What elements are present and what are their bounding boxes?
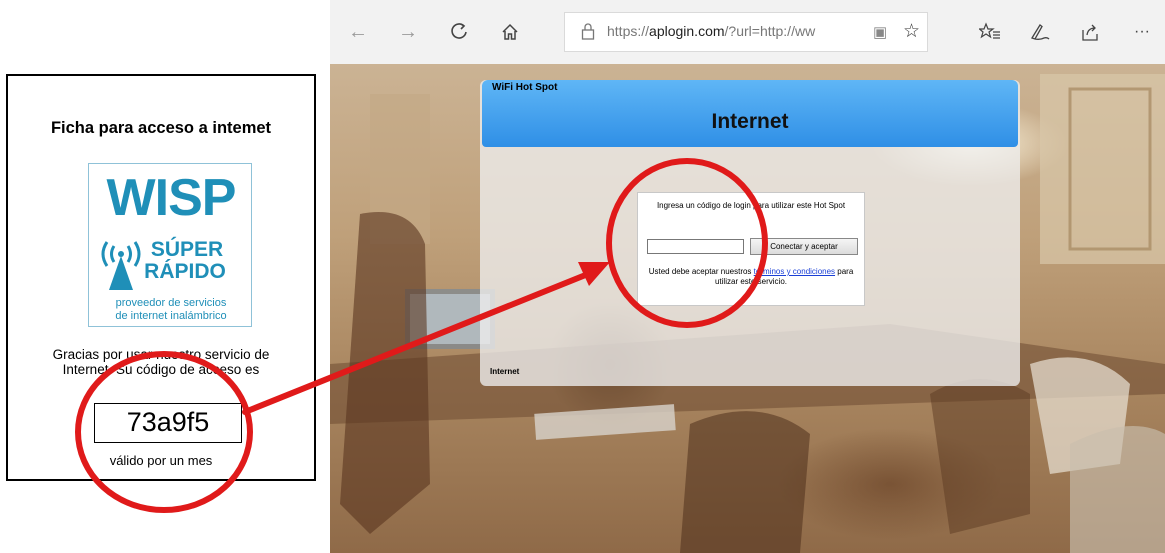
connect-accept-button[interactable]: Conectar y aceptar xyxy=(750,238,858,255)
logo-tagline-2: RÁPIDO xyxy=(144,260,226,283)
login-code-input[interactable] xyxy=(647,239,744,254)
address-bar[interactable]: https://aplogin.com/?url=http://ww ▣ ☆ xyxy=(564,12,928,52)
access-code: 73a9f5 xyxy=(94,403,242,443)
forward-icon[interactable]: → xyxy=(394,18,422,46)
antenna-icon xyxy=(101,241,141,290)
terms-text: Usted debe aceptar nuestros términos y c… xyxy=(648,267,854,286)
thanks-text: Gracias por usar nuestro servicio de Int… xyxy=(18,347,304,377)
access-ticket: Ficha para acceso a intemet WISP SÚPER R… xyxy=(6,74,316,481)
back-icon[interactable]: ← xyxy=(344,18,372,46)
browser-toolbar: ← → https://aplogin.com/?url=http://ww ▣… xyxy=(330,0,1165,64)
thanks-line-1: Gracias por usar nuestro servicio de xyxy=(52,347,270,362)
terms-link[interactable]: términos y condiciones xyxy=(754,267,835,276)
hotspot-header: WiFi Hot Spot Internet xyxy=(482,80,1018,147)
hotspot-title: Internet xyxy=(711,110,789,133)
logo-brand: WISP xyxy=(107,169,236,227)
reading-view-icon[interactable]: ▣ xyxy=(873,23,887,41)
hotspot-footer: Internet xyxy=(490,367,520,376)
home-icon[interactable] xyxy=(496,18,524,46)
pen-icon[interactable] xyxy=(1026,18,1054,46)
login-prompt: Ingresa un código de login para utilizar… xyxy=(656,201,846,210)
browser-window: ← → https://aplogin.com/?url=http://ww ▣… xyxy=(330,0,1165,553)
hotspot-login-panel: WiFi Hot Spot Internet Ingresa un código… xyxy=(480,80,1020,386)
url-text: https://aplogin.com/?url=http://ww xyxy=(607,23,816,39)
favorites-icon[interactable] xyxy=(976,18,1004,46)
login-box: Ingresa un código de login para utilizar… xyxy=(637,192,865,306)
logo-tagline-1: SÚPER xyxy=(151,237,223,261)
page-viewport: WiFi Hot Spot Internet Ingresa un código… xyxy=(330,64,1165,553)
validity-text: válido por un mes xyxy=(109,453,213,468)
wisp-logo: WISP SÚPER RÁPIDO proveedor de servicios… xyxy=(88,163,252,327)
logo-desc-2: de internet inalámbrico xyxy=(115,310,226,322)
ticket-title: Ficha para acceso a intemet xyxy=(50,119,272,137)
share-icon[interactable] xyxy=(1076,18,1104,46)
more-icon[interactable]: ··· xyxy=(1128,18,1156,46)
thanks-line-2: Internet. Su código de acceso es xyxy=(62,362,260,377)
favorite-star-icon[interactable]: ☆ xyxy=(903,20,920,43)
refresh-icon[interactable] xyxy=(446,18,474,46)
lock-icon xyxy=(581,23,595,40)
hotspot-small-title: WiFi Hot Spot xyxy=(492,82,558,93)
logo-desc-1: proveedor de servicios xyxy=(116,297,227,309)
